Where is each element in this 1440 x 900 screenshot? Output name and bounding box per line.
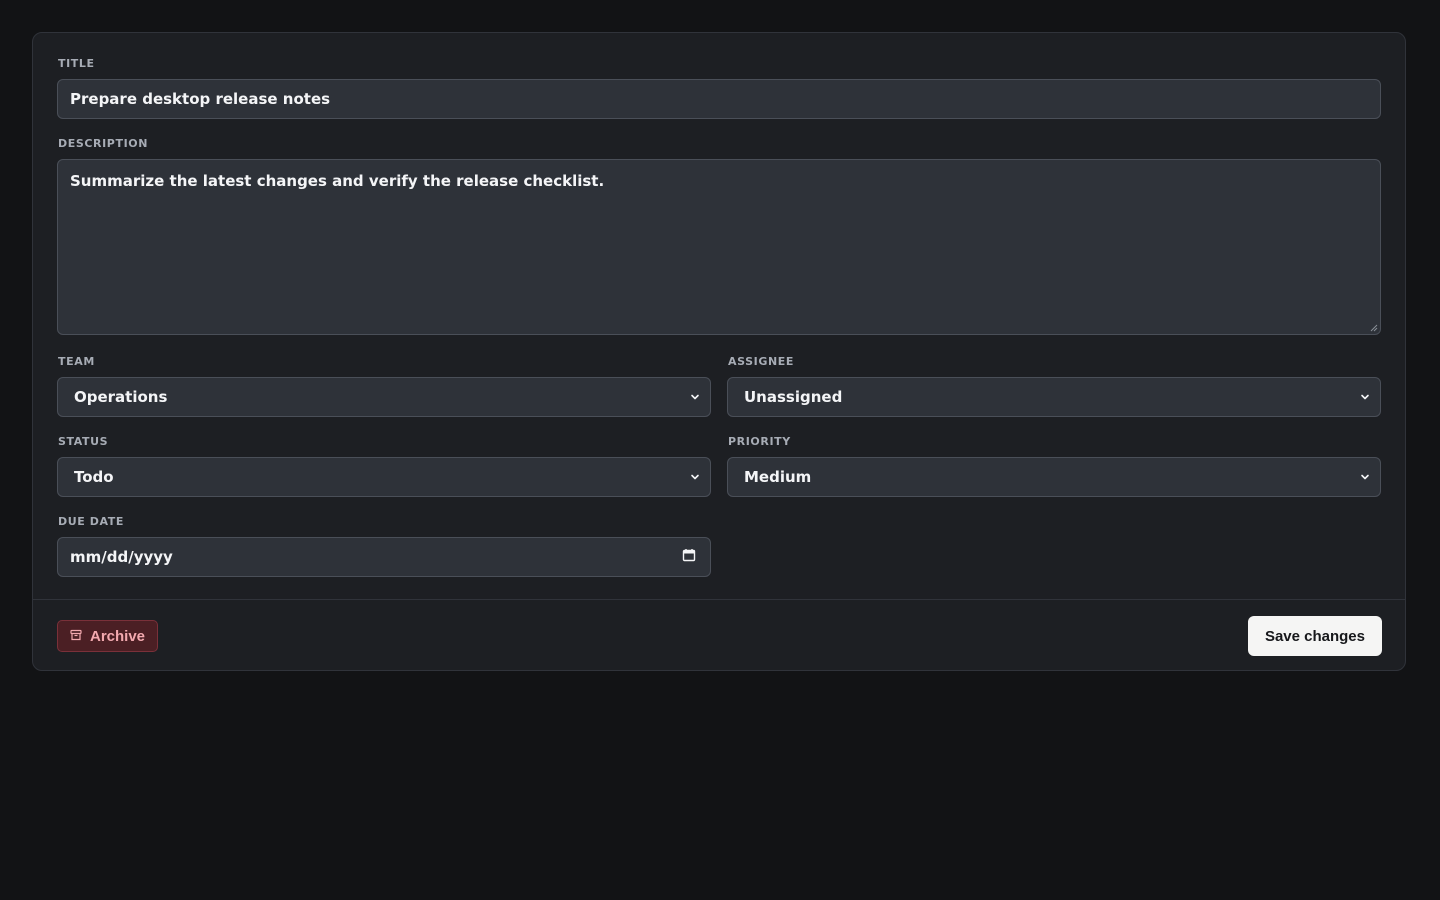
due-date-placeholder: mm/dd/yyyy (70, 548, 173, 566)
team-assignee-row: TEAM Operations ASSIGNEE Unassigned (57, 355, 1381, 417)
edit-task-card: TITLE Prepare desktop release notes DESC… (32, 32, 1406, 671)
assignee-select-value: Unassigned (744, 388, 843, 406)
team-select-value: Operations (74, 388, 168, 406)
archive-button-label: Archive (90, 627, 146, 645)
edit-task-form: TITLE Prepare desktop release notes DESC… (33, 33, 1405, 577)
priority-group: PRIORITY Medium (727, 435, 1381, 497)
assignee-select[interactable]: Unassigned (727, 377, 1381, 417)
description-textarea-value: Summarize the latest changes and verify … (70, 172, 605, 190)
chevron-down-icon (1360, 392, 1370, 402)
form-footer: Archive Save changes (33, 599, 1405, 671)
due-date-group: DUE DATE mm/dd/yyyy (57, 515, 711, 577)
title-input[interactable]: Prepare desktop release notes (57, 79, 1381, 119)
status-select-value: Todo (74, 468, 114, 486)
description-label: DESCRIPTION (58, 137, 149, 150)
description-textarea[interactable]: Summarize the latest changes and verify … (57, 159, 1381, 335)
status-label: STATUS (58, 435, 109, 448)
priority-label: PRIORITY (728, 435, 791, 448)
resize-grip-icon[interactable] (1370, 324, 1378, 332)
status-priority-row: STATUS Todo PRIORITY Medium (57, 435, 1381, 497)
archive-button[interactable]: Archive (57, 620, 159, 652)
team-select[interactable]: Operations (57, 377, 711, 417)
archive-icon (70, 628, 82, 645)
team-group: TEAM Operations (57, 355, 711, 417)
priority-select-value: Medium (744, 468, 812, 486)
chevron-down-icon (1360, 472, 1370, 482)
due-date-row: DUE DATE mm/dd/yyyy (57, 515, 1381, 577)
team-label: TEAM (58, 355, 95, 368)
save-changes-button-label: Save changes (1264, 627, 1365, 645)
save-changes-button[interactable]: Save changes (1247, 616, 1382, 656)
status-group: STATUS Todo (57, 435, 711, 497)
title-group: TITLE Prepare desktop release notes (57, 57, 1381, 119)
title-label: TITLE (58, 57, 95, 70)
assignee-group: ASSIGNEE Unassigned (727, 355, 1381, 417)
due-date-label: DUE DATE (58, 515, 125, 528)
title-input-value: Prepare desktop release notes (70, 90, 331, 108)
priority-select[interactable]: Medium (727, 457, 1381, 497)
assignee-label: ASSIGNEE (728, 355, 795, 368)
due-date-input[interactable]: mm/dd/yyyy (57, 537, 711, 577)
calendar-icon[interactable] (682, 548, 696, 566)
chevron-down-icon (690, 392, 700, 402)
description-group: DESCRIPTION Summarize the latest changes… (57, 137, 1381, 335)
due-date-spacer (727, 515, 1381, 577)
status-select[interactable]: Todo (57, 457, 711, 497)
chevron-down-icon (690, 472, 700, 482)
